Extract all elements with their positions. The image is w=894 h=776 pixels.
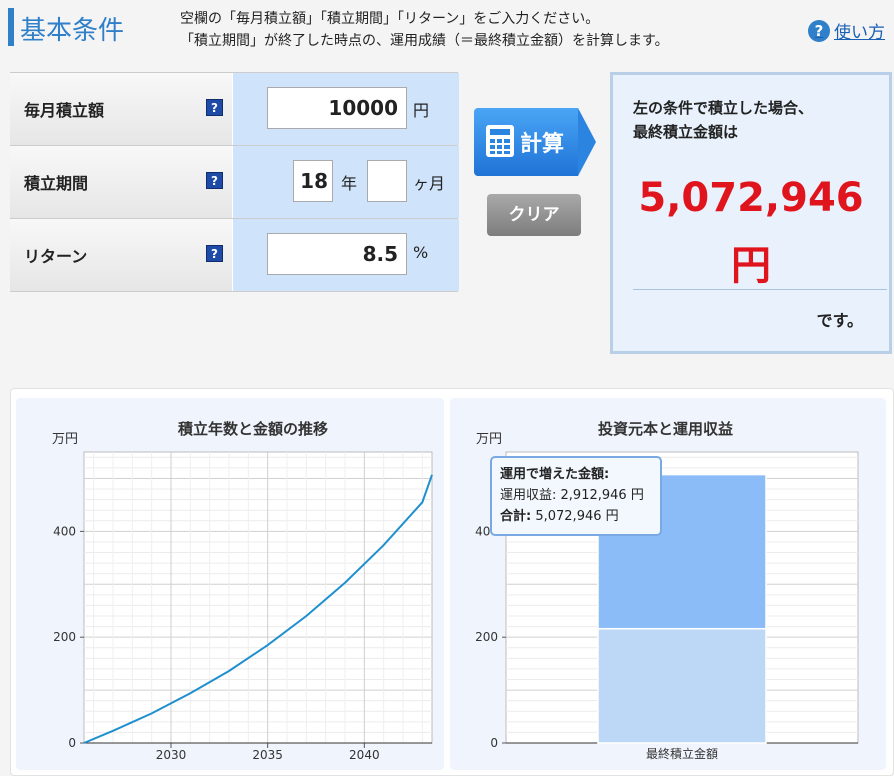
y-tick-label: 0	[68, 736, 76, 750]
y-tick-label: 400	[53, 524, 76, 538]
y-tick-label: 0	[490, 736, 498, 750]
y-tick-label: 200	[475, 630, 498, 644]
y-tick-label: 200	[53, 630, 76, 644]
x-tick-label: 2040	[349, 748, 380, 762]
bar-principal	[597, 627, 767, 744]
x-tick-label: 2035	[252, 748, 283, 762]
line-plot-area	[83, 451, 433, 744]
line-chart: 02004002030 2035 20400200400最終積立金額	[53, 451, 859, 762]
x-category-label: 最終積立金額	[646, 746, 718, 761]
tooltip-total-label: 合計:	[500, 509, 532, 524]
bar-tooltip: 運用で増えた金額: 運用収益: 2,912,946 円 合計: 5,072,94…	[490, 456, 662, 536]
tooltip-total-row: 合計: 5,072,946 円	[500, 506, 652, 527]
tooltip-gain-row: 運用収益: 2,912,946 円	[500, 485, 652, 506]
tooltip-gain-label: 運用収益:	[500, 488, 557, 503]
tooltip-gain-value: 2,912,946 円	[560, 488, 644, 503]
tooltip-title: 運用で増えた金額:	[500, 467, 610, 482]
tooltip-total-value: 5,072,946 円	[535, 509, 619, 524]
x-tick-label: 2030	[156, 748, 187, 762]
